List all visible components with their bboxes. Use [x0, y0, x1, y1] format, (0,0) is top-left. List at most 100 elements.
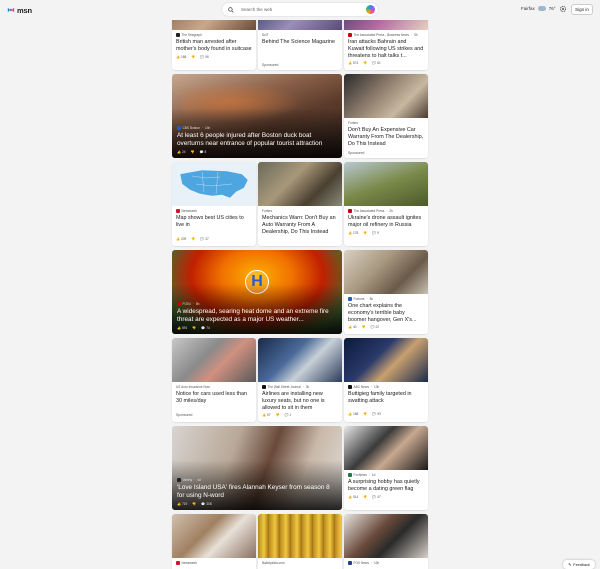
news-card[interactable]: Newsweek: [172, 514, 256, 569]
source-logo-icon: [348, 473, 352, 477]
news-card[interactable]: Fortune · 5h One chart explains the econom…: [344, 250, 428, 334]
msn-logo[interactable]: msn: [7, 5, 32, 15]
news-card[interactable]: Forbes Don't Buy An Expensive Car Warran…: [344, 74, 428, 158]
card-image: [344, 74, 428, 118]
card-title[interactable]: Mechanics Warn: Don't Buy an Auto Warran…: [262, 215, 338, 235]
weather-widget[interactable]: Fairfax 76°: [521, 6, 556, 11]
news-card[interactable]: The Associated Press · 2h Ukraine's drone …: [344, 162, 428, 246]
news-card[interactable]: The Wall Street Journal · 3h Airlines are …: [258, 338, 342, 422]
comment-button[interactable]: 💬 1: [285, 413, 292, 417]
comment-button[interactable]: 💬 47: [372, 495, 381, 499]
temperature-label: 76°: [548, 6, 556, 11]
comment-button[interactable]: 💬 308: [201, 502, 211, 506]
card-source: Fortune: [353, 297, 365, 301]
comment-button[interactable]: 💬 37: [200, 237, 209, 241]
dislike-icon[interactable]: 👎: [363, 495, 367, 499]
like-button[interactable]: 👍 168: [176, 55, 186, 59]
featured-news-card[interactable]: H FOX4 · 5h A widespread, searing heat dom…: [172, 250, 342, 334]
dislike-icon[interactable]: 👎: [192, 326, 196, 330]
like-button[interactable]: 👍 40: [348, 325, 357, 329]
source-logo-icon: [176, 209, 180, 213]
card-source: The Associated Press - Business News: [353, 33, 409, 37]
us-map-image: [179, 169, 249, 199]
location-label: Fairfax: [521, 6, 535, 11]
search-bar[interactable]: Search the web: [222, 3, 378, 16]
featured-news-card[interactable]: CBS Boston · 14h At least 6 people injured…: [172, 74, 342, 158]
source-logo-icon: [176, 561, 180, 565]
news-card[interactable]: US Auto Insurance Now Notice for cars us…: [172, 338, 256, 422]
comment-button[interactable]: 💬 61: [372, 61, 381, 65]
news-card[interactable]: Newsweek Map shows best US cities to liv…: [172, 162, 256, 246]
sponsored-label: Sponsored: [262, 63, 279, 67]
card-image: [258, 338, 342, 382]
featured-news-card[interactable]: Variety · 4d 'Love Island USA' fires Alann…: [172, 426, 342, 510]
news-card[interactable]: Forbes Mechanics Warn: Don't Buy an Auto…: [258, 162, 342, 246]
like-button[interactable]: 👍 574: [348, 61, 358, 65]
card-image: [172, 162, 256, 206]
source-logo-icon: [177, 478, 181, 482]
dislike-icon[interactable]: 👎: [362, 325, 366, 329]
card-image: [344, 338, 428, 382]
card-source: Variety: [182, 478, 193, 482]
card-source: US Auto Insurance Now: [176, 385, 210, 389]
sign-in-button[interactable]: Sign in: [571, 4, 593, 15]
card-title[interactable]: Iran attacks Bahrain and Kuwait followin…: [348, 39, 424, 59]
news-card[interactable]: FOX News · 10h: [344, 514, 428, 569]
comment-button[interactable]: 💬 8: [200, 150, 207, 154]
card-title[interactable]: Don't Buy An Expensive Car Warranty From…: [348, 127, 424, 147]
like-button[interactable]: 👍 178: [348, 231, 358, 235]
like-button[interactable]: 👍 891: [177, 326, 187, 330]
source-logo-icon: [177, 126, 181, 130]
gear-icon[interactable]: [559, 5, 567, 13]
dislike-icon[interactable]: 👎: [191, 237, 195, 241]
dislike-icon[interactable]: 👎: [191, 55, 195, 59]
source-logo-icon: [176, 33, 180, 37]
search-input[interactable]: Search the web: [241, 7, 272, 12]
comment-button[interactable]: 💬 22: [371, 325, 380, 329]
comment-button[interactable]: 💬 9: [372, 231, 379, 235]
card-title[interactable]: British man arrested after mother's body…: [176, 39, 252, 53]
card-title[interactable]: At least 6 people injured after Boston d…: [177, 132, 337, 148]
comment-button[interactable]: 💬 74: [201, 326, 210, 330]
source-logo-icon: [262, 385, 266, 389]
card-title[interactable]: Buttigieg family targeted in swatting at…: [348, 391, 424, 405]
card-source: Newsweek: [181, 561, 197, 565]
sponsored-label: Sponsored: [348, 151, 365, 155]
card-title[interactable]: Map shows best US cities to live in: [176, 215, 252, 229]
dislike-icon[interactable]: 👎: [363, 231, 367, 235]
comment-button[interactable]: 💬 93: [372, 412, 381, 416]
card-title[interactable]: Airlines are installing new luxury seats…: [262, 391, 338, 411]
copilot-icon[interactable]: [366, 5, 375, 14]
card-title[interactable]: Behind The Science Magazine: [262, 39, 338, 46]
card-image: [172, 338, 256, 382]
news-card[interactable]: Ballotpedia.com: [258, 514, 342, 569]
card-title[interactable]: A widespread, searing heat dome and an e…: [177, 308, 337, 324]
like-button[interactable]: 👍 57: [262, 413, 271, 417]
sponsored-label: Sponsored: [176, 413, 193, 417]
news-card[interactable]: ABC News · 13h Buttigieg family targeted i…: [344, 338, 428, 422]
feedback-button[interactable]: ✎ Feedback: [563, 560, 595, 569]
dislike-icon[interactable]: 👎: [191, 150, 195, 154]
source-logo-icon: [348, 209, 352, 213]
card-source: FOX4: [182, 302, 191, 306]
card-source: Forbes: [348, 121, 358, 125]
dislike-icon[interactable]: 👎: [276, 413, 280, 417]
like-button[interactable]: 👍 719: [177, 502, 187, 506]
card-title[interactable]: A surprising hobby has quietly become a …: [348, 479, 424, 493]
card-title[interactable]: 'Love Island USA' fires Alannah Keyser f…: [177, 484, 337, 500]
dislike-icon[interactable]: 👎: [192, 502, 196, 506]
top-bar: msn Search the web Fairfax 76° Sign in: [0, 0, 600, 20]
card-title[interactable]: Notice for cars used less than 30 miles/…: [176, 391, 252, 405]
card-title[interactable]: Ukraine's drone assault ignites major oi…: [348, 215, 424, 229]
card-source: Newsweek: [181, 209, 197, 213]
like-button[interactable]: 👍 514: [348, 495, 358, 499]
dislike-icon[interactable]: 👎: [363, 412, 367, 416]
card-title[interactable]: One chart explains the economy's terribl…: [348, 303, 424, 323]
like-button[interactable]: 👍 209: [176, 237, 186, 241]
news-card[interactable]: FoxNews · 1d A surprising hobby has quietl…: [344, 426, 428, 510]
card-source: Ballotpedia.com: [262, 561, 285, 565]
like-button[interactable]: 👍 188: [348, 412, 358, 416]
comment-button[interactable]: 💬 96: [200, 55, 209, 59]
dislike-icon[interactable]: 👎: [363, 61, 367, 65]
like-button[interactable]: 👍 24: [177, 150, 186, 154]
